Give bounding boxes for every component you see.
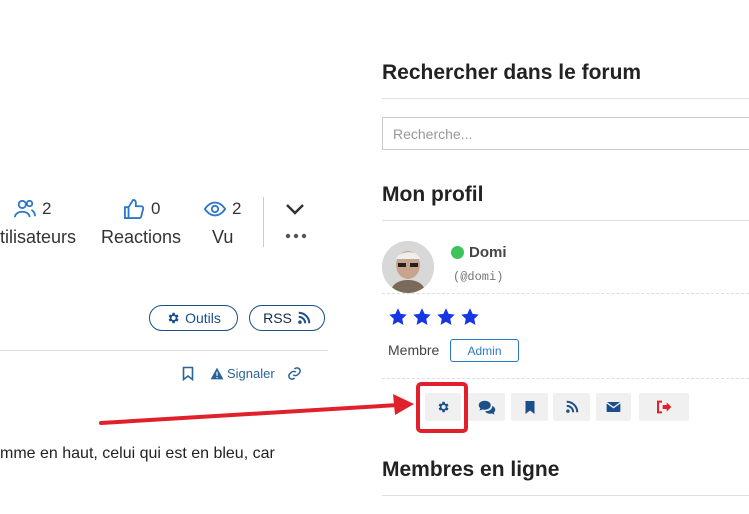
profile-handle: (@domi) — [453, 270, 504, 284]
thumbs-up-icon — [124, 199, 145, 219]
bookmark-icon — [525, 400, 534, 414]
eye-icon — [204, 201, 226, 217]
search-placeholder: Recherche... — [393, 125, 473, 142]
star-icon — [413, 308, 431, 325]
profile-bookmarks-button[interactable] — [511, 393, 548, 421]
profile-messages-button[interactable] — [596, 393, 631, 421]
profile-rss-button[interactable] — [553, 393, 590, 421]
users-icon — [14, 199, 36, 218]
online-status-dot — [451, 246, 464, 259]
stats-divider — [263, 197, 264, 247]
profile-actions-divider — [382, 378, 749, 379]
rss-label: RSS — [263, 310, 292, 326]
tools-label: Outils — [185, 310, 221, 326]
views-count: 2 — [204, 199, 241, 219]
reactions-count-value: 0 — [151, 199, 161, 218]
sign-out-icon — [657, 400, 672, 414]
role-badge: Admin — [450, 339, 519, 362]
online-members-title: Membres en ligne — [382, 458, 560, 481]
star-icon — [437, 308, 455, 325]
search-section-title: Rechercher dans le forum — [382, 61, 642, 84]
more-dots-icon[interactable] — [285, 232, 307, 240]
logout-button[interactable] — [639, 393, 689, 421]
avatar[interactable] — [382, 241, 434, 293]
content-divider — [0, 350, 328, 351]
profile-section-title: Mon profil — [382, 183, 484, 206]
bookmark-icon[interactable] — [182, 366, 194, 381]
online-title-divider — [382, 495, 749, 496]
tools-button[interactable]: Outils — [149, 305, 238, 331]
report-label: Signaler — [227, 366, 275, 381]
envelope-icon — [606, 402, 621, 412]
report-link[interactable]: Signaler — [210, 366, 275, 381]
rss-button[interactable]: RSS — [249, 305, 325, 331]
link-icon[interactable] — [286, 366, 303, 381]
gear-icon — [168, 312, 179, 324]
star-icon — [461, 308, 479, 325]
comments-icon — [478, 400, 495, 415]
chevron-down-icon[interactable] — [285, 202, 305, 216]
rating-stars — [388, 307, 480, 327]
profile-title-divider — [382, 220, 749, 221]
users-label: tilisateurs — [0, 227, 77, 247]
search-input[interactable]: Recherche... — [382, 117, 749, 150]
users-count-value: 2 — [42, 199, 52, 218]
warning-icon — [210, 367, 224, 380]
reactions-count: 0 — [123, 199, 160, 219]
rss-icon — [565, 400, 578, 413]
role-label: Membre — [388, 342, 440, 358]
profile-name[interactable]: Domi — [469, 244, 507, 261]
profile-dashed-divider — [382, 293, 749, 294]
views-label: Vu — [212, 227, 234, 247]
views-count-value: 2 — [232, 199, 242, 218]
reactions-label: Reactions — [101, 227, 182, 247]
rss-icon — [298, 311, 311, 324]
profile-discussions-button[interactable] — [468, 393, 505, 421]
search-title-divider — [382, 98, 749, 99]
post-text: mme en haut, celui qui est en bleu, car — [0, 445, 275, 462]
annotation-highlight-box — [416, 382, 468, 433]
users-count: 2 — [14, 199, 51, 219]
star-icon — [389, 308, 407, 325]
